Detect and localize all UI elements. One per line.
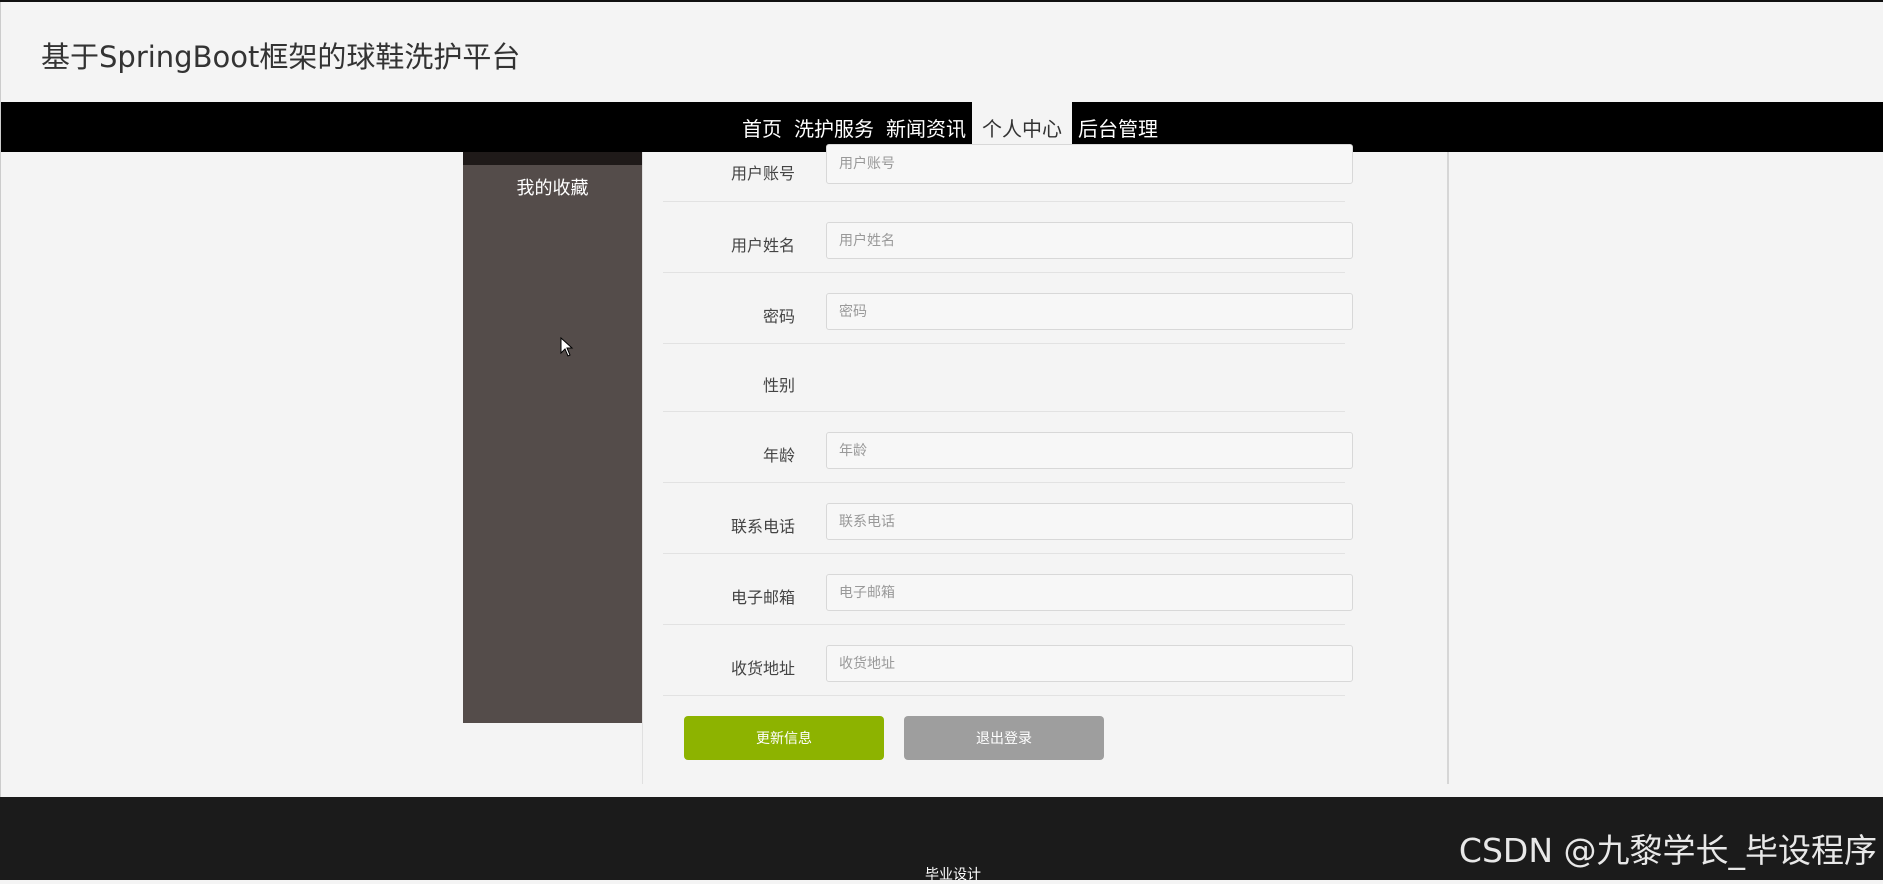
sidebar: 我的收藏 (463, 152, 642, 723)
profile-form-panel: 用户账号 用户姓名 密码 性别 年龄 联系电话 电子邮箱 收货地址 更新信息 退… (642, 144, 1449, 784)
site-title: 基于SpringBoot框架的球鞋洗护平台 (41, 40, 521, 74)
account-label: 用户账号 (730, 164, 795, 183)
form-row-address: 收货地址 (663, 625, 1353, 696)
sidebar-item-favorites[interactable]: 我的收藏 (463, 174, 642, 200)
name-input[interactable] (826, 222, 1353, 259)
age-label: 年龄 (762, 446, 795, 465)
name-label: 用户姓名 (730, 236, 795, 255)
password-label: 密码 (762, 307, 795, 326)
age-input[interactable] (826, 432, 1353, 469)
form-row-name: 用户姓名 (663, 202, 1353, 273)
email-label: 电子邮箱 (730, 588, 795, 607)
logout-button[interactable]: 退出登录 (904, 716, 1104, 760)
email-input[interactable] (826, 574, 1353, 611)
form-row-email: 电子邮箱 (663, 554, 1353, 625)
password-input[interactable] (826, 293, 1353, 330)
form-row-account: 用户账号 (663, 144, 1353, 202)
nav-item-home[interactable]: 首页 (736, 102, 788, 152)
address-label: 收货地址 (730, 659, 795, 678)
phone-input[interactable] (826, 503, 1353, 540)
form-row-gender: 性别 (663, 344, 1345, 412)
form-row-phone: 联系电话 (663, 483, 1353, 554)
account-input[interactable] (826, 144, 1353, 184)
mouse-cursor-icon (560, 337, 574, 357)
left-border (0, 102, 1, 797)
gender-label: 性别 (762, 376, 795, 395)
phone-label: 联系电话 (730, 517, 795, 536)
watermark: CSDN @九黎学长_毕设程序 (1458, 831, 1877, 870)
site-header: 基于SpringBoot框架的球鞋洗护平台 (0, 2, 1883, 102)
address-input[interactable] (826, 645, 1353, 682)
update-info-button[interactable]: 更新信息 (684, 716, 884, 760)
sidebar-cap (463, 152, 642, 165)
form-row-password: 密码 (663, 273, 1353, 344)
form-row-age: 年龄 (663, 412, 1353, 483)
